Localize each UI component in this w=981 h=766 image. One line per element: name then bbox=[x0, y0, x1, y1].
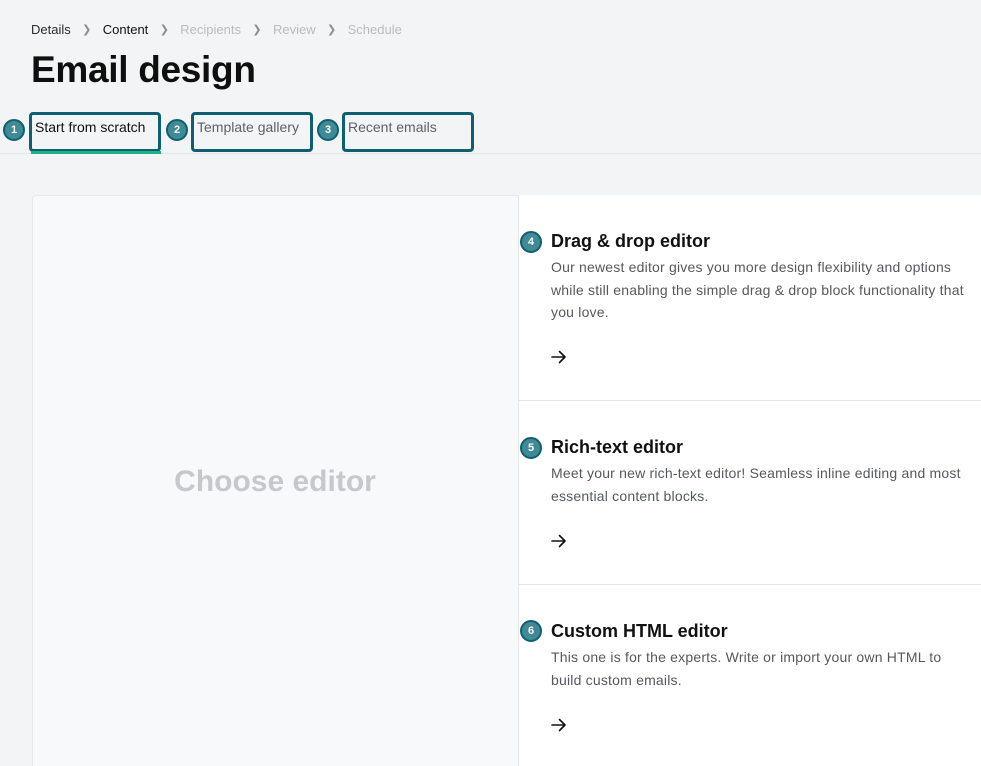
option-description: Our newest editor gives you more design … bbox=[551, 259, 964, 320]
option-title: Rich-text editor bbox=[551, 437, 684, 457]
arrow-right-icon[interactable] bbox=[550, 532, 568, 550]
annotation-badge: 1 bbox=[3, 119, 25, 141]
breadcrumb: Details ❯ Content ❯ Recipients ❯ Review … bbox=[31, 21, 402, 37]
annotation-badge: 2 bbox=[166, 119, 188, 141]
page-title: Email design bbox=[31, 49, 256, 90]
option-description: Meet your new rich-text editor! Seamless… bbox=[551, 465, 961, 504]
preview-placeholder-label: Choose editor bbox=[174, 465, 376, 498]
arrow-right-icon[interactable] bbox=[550, 716, 568, 734]
option-title: Drag & drop editor bbox=[551, 231, 711, 251]
tab-start-from-scratch[interactable]: Start from scratch bbox=[29, 112, 161, 152]
chevron-right-icon: ❯ bbox=[327, 23, 337, 36]
chevron-right-icon: ❯ bbox=[252, 23, 262, 36]
breadcrumb-step-details[interactable]: Details bbox=[31, 22, 71, 37]
tab-recent-emails[interactable]: Recent emails bbox=[342, 112, 474, 152]
active-tab-indicator bbox=[31, 151, 161, 154]
chevron-right-icon: ❯ bbox=[82, 23, 92, 36]
annotation-badge: 5 bbox=[520, 437, 542, 459]
editor-option-drag-drop[interactable]: Drag & drop editor Our newest editor giv… bbox=[519, 195, 981, 400]
annotation-badge: 6 bbox=[520, 620, 542, 642]
breadcrumb-step-content: Content bbox=[102, 21, 149, 37]
option-description: This one is for the experts. Write or im… bbox=[551, 649, 942, 688]
breadcrumb-step-schedule: Schedule bbox=[347, 21, 402, 37]
editor-option-custom-html[interactable]: Custom HTML editor This one is for the e… bbox=[519, 585, 981, 766]
option-title: Custom HTML editor bbox=[551, 621, 728, 641]
arrow-right-icon[interactable] bbox=[550, 348, 568, 366]
tab-label: Start from scratch bbox=[35, 119, 146, 135]
breadcrumb-step-review: Review bbox=[273, 21, 316, 37]
tab-template-gallery[interactable]: Template gallery bbox=[191, 112, 313, 152]
annotation-badge: 4 bbox=[520, 231, 542, 253]
editor-option-rich-text[interactable]: Rich-text editor Meet your new rich-text… bbox=[519, 401, 981, 584]
breadcrumb-step-recipients: Recipients bbox=[180, 21, 241, 37]
tab-label: Template gallery bbox=[197, 119, 299, 135]
chevron-right-icon: ❯ bbox=[159, 23, 169, 36]
annotation-badge: 3 bbox=[317, 119, 339, 141]
tab-label: Recent emails bbox=[348, 119, 437, 135]
